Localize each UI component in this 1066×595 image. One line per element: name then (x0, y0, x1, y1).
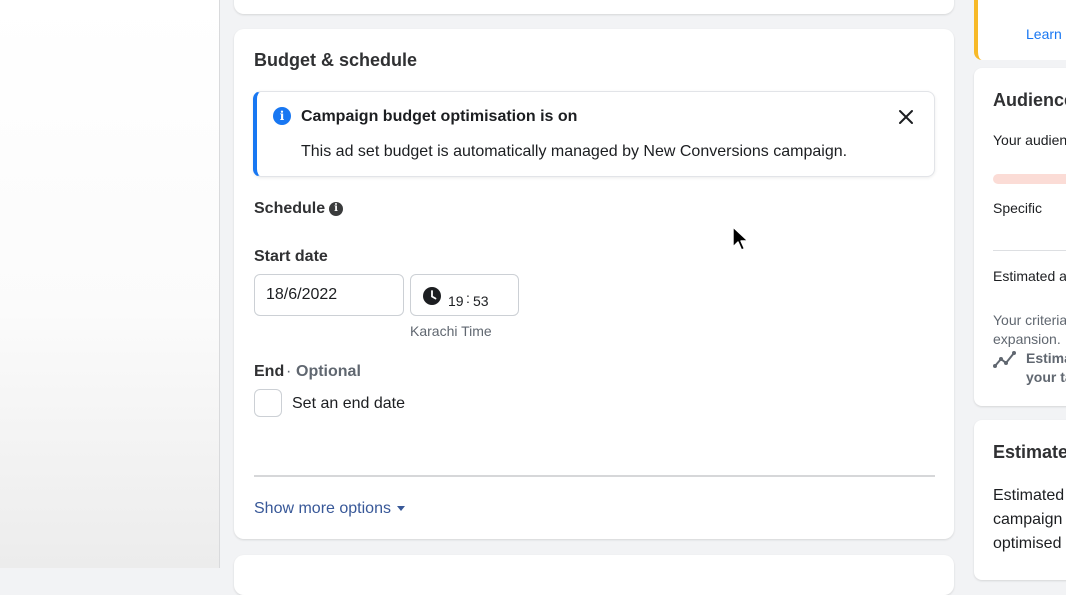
estimated-audience-label: Estimated a (993, 268, 1066, 284)
time-minute[interactable]: 53 (473, 293, 489, 309)
learn-more-link[interactable]: Learn (1026, 26, 1062, 42)
previous-section-card (234, 0, 954, 14)
estimated-line-3: optimised (993, 535, 1062, 552)
criteria-text: Your criteria expansion. (993, 311, 1066, 349)
estimated-results-text: Estimated campaign optimised (993, 484, 1064, 556)
start-date-input[interactable] (254, 274, 404, 316)
trend-icon (993, 351, 1016, 368)
audience-definition-card: Audience Your audien Specific Estimated … (974, 68, 1066, 406)
timezone-label: Karachi Time (410, 323, 492, 339)
end-date-checkbox[interactable] (254, 389, 282, 417)
info-icon: i (273, 107, 291, 125)
end-separator: · (286, 363, 292, 380)
banner-text: This ad set budget is automatically mana… (301, 143, 848, 160)
estimation-line-1: Estima (1026, 350, 1066, 366)
estimated-line-1: Estimated (993, 487, 1065, 504)
banner-title: Campaign budget optimisation is on (301, 108, 578, 125)
criteria-line-2: expansion. (993, 331, 1061, 347)
schedule-label: Schedule (254, 200, 326, 217)
audience-specific-label: Specific (993, 200, 1043, 216)
section-title: Budget & schedule (254, 50, 418, 70)
estimation-line-2: your ta (1026, 369, 1066, 385)
estimated-results-card: Estimated Estimated campaign optimised (974, 420, 1066, 580)
clock-icon (423, 287, 441, 305)
criteria-line-1: Your criteria (993, 312, 1066, 328)
end-date-checkbox-label[interactable]: Set an end date (292, 395, 405, 413)
info-icon[interactable]: i (329, 202, 343, 216)
start-time-input[interactable]: 19 : 53 (410, 274, 519, 316)
close-icon[interactable] (896, 107, 916, 127)
start-date-label: Start date (254, 248, 328, 265)
end-label: End (254, 363, 285, 380)
next-section-card (234, 555, 954, 595)
show-more-options-link[interactable]: Show more options (254, 500, 405, 518)
budget-schedule-card: Budget & schedule i Campaign budget opti… (234, 29, 954, 539)
caret-down-icon (396, 506, 405, 512)
time-hour[interactable]: 19 (448, 293, 464, 309)
end-optional-label: Optional (296, 363, 361, 380)
estimated-line-2: campaign (993, 511, 1063, 528)
estimation-note: Estima your ta (1026, 349, 1066, 387)
audience-gauge (993, 174, 1066, 184)
left-navigation-pane (0, 0, 220, 568)
audience-title: Audience (993, 90, 1066, 110)
cbo-info-banner: i Campaign budget optimisation is on Thi… (253, 91, 935, 177)
audience-subtitle: Your audien (993, 132, 1066, 148)
show-more-label[interactable]: Show more options (254, 500, 391, 517)
divider (254, 475, 935, 477)
time-separator: : (466, 290, 470, 306)
notice-text: audier (1026, 0, 1065, 1)
divider (993, 250, 1066, 251)
estimated-results-title: Estimated (993, 442, 1066, 462)
right-notice-card: audier Learn (974, 0, 1066, 60)
